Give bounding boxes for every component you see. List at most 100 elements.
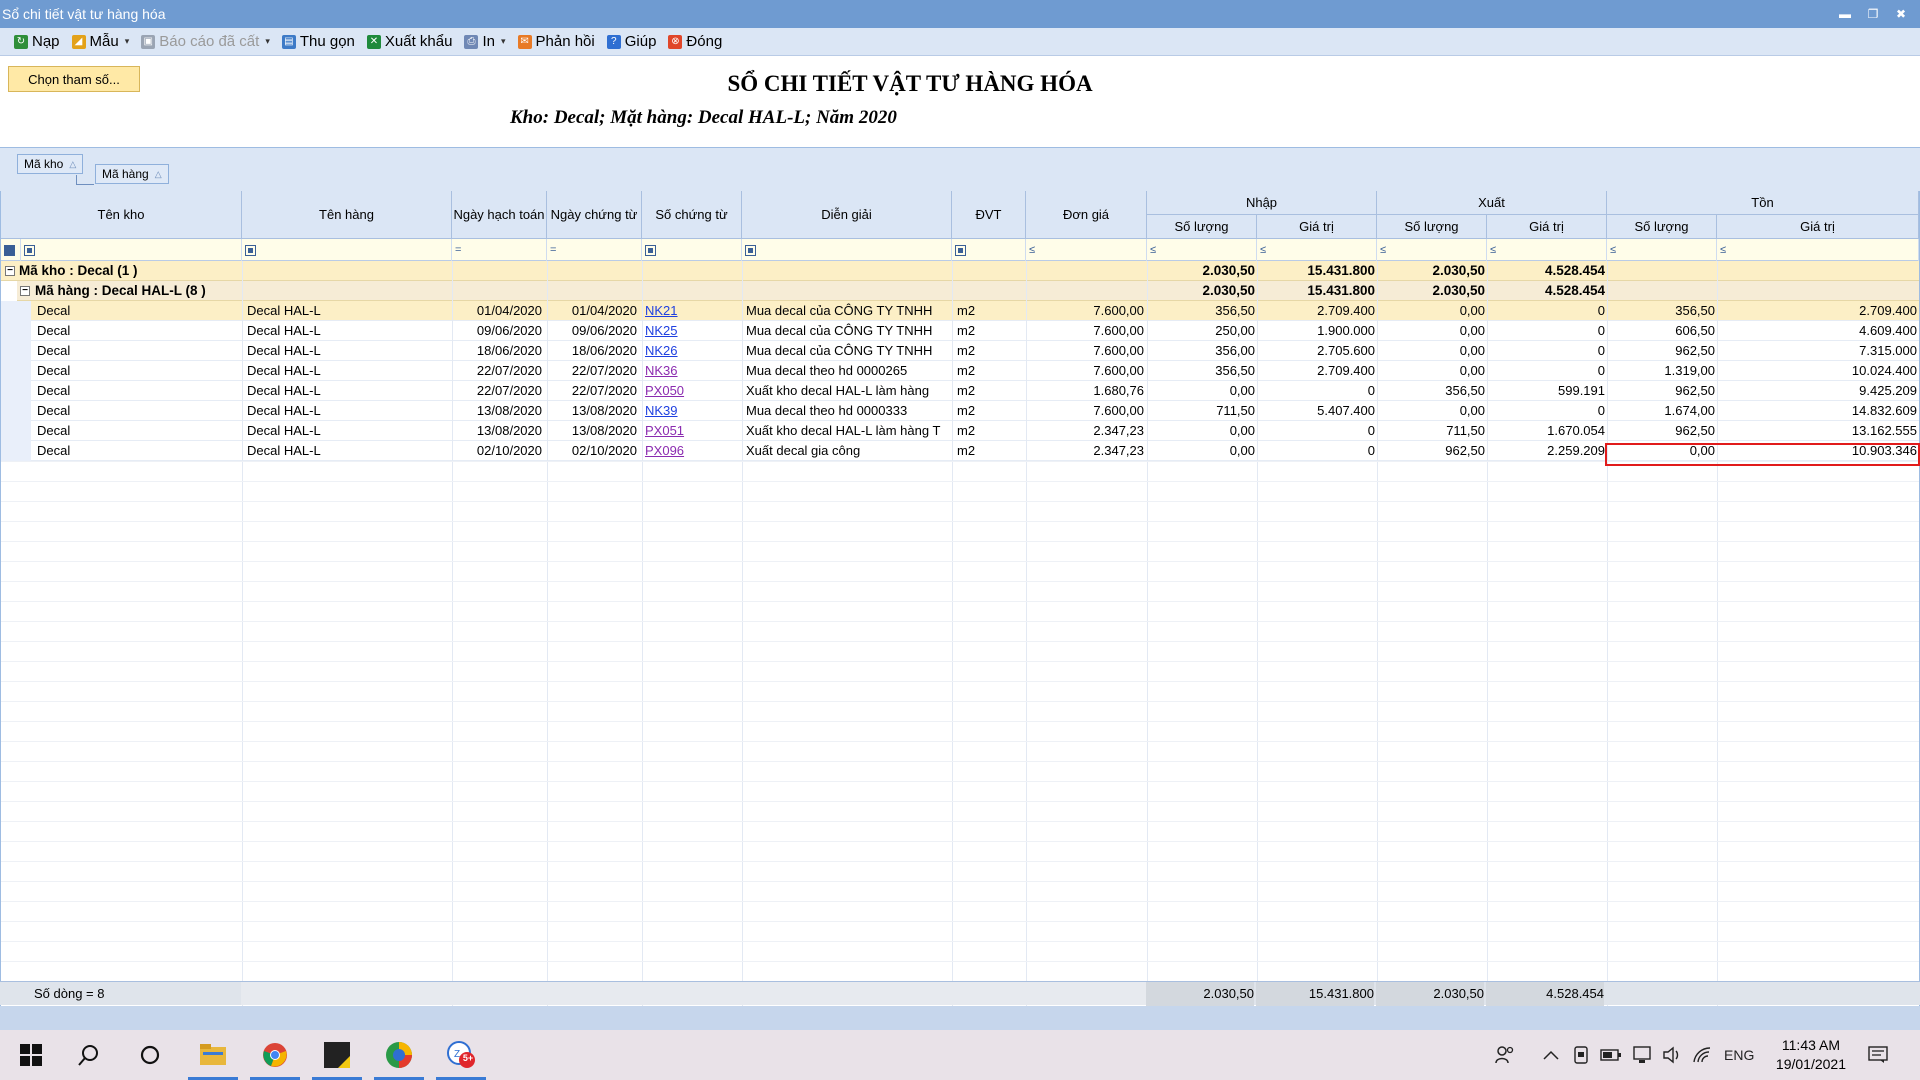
dropdown-arrow-icon[interactable]: ▾	[501, 36, 506, 47]
filter-ton-gia-tri[interactable]: ≤	[1717, 239, 1919, 261]
filter-so-chung-tu[interactable]	[642, 239, 742, 261]
cell-hang: Decal HAL-L	[247, 383, 321, 398]
header-nhap-so-luong[interactable]: Số lượng	[1147, 215, 1257, 239]
cell-sct[interactable]: PX051	[645, 421, 740, 441]
toolbar-button-6[interactable]: ✉ Phản hồi	[517, 33, 595, 50]
filter-ten-kho[interactable]	[21, 239, 242, 261]
task-view-icon[interactable]	[135, 1040, 165, 1070]
filter-dien-giai[interactable]	[742, 239, 952, 261]
grid-hline	[1, 741, 1919, 742]
cell-nct: 09/06/2020	[571, 323, 637, 338]
filter-don-gia[interactable]: ≤	[1026, 239, 1147, 261]
wifi-icon[interactable]	[1692, 1030, 1712, 1080]
cell-sct[interactable]: NK26	[645, 341, 740, 361]
group-chip-ma-kho[interactable]: Mã kho △	[17, 154, 84, 174]
search-icon[interactable]	[74, 1040, 104, 1070]
chrome-icon[interactable]	[260, 1040, 290, 1070]
table-row[interactable]: Decal Decal HAL-L 18/06/2020 18/06/2020 NK26…	[1, 341, 1919, 361]
system-clock[interactable]: 11:43 AM 19/01/2021	[1776, 1036, 1846, 1074]
group-chip-ma-hang[interactable]: Mã hàng △	[95, 164, 169, 184]
minimize-icon[interactable]: ▬	[1834, 7, 1856, 21]
header-xuat-gia-tri[interactable]: Giá trị	[1487, 215, 1607, 239]
filter-contains-icon	[745, 244, 756, 256]
group-row-ma-kho[interactable]: − Mã kho : Decal (1 ) 2.030,50 15.431.80…	[1, 261, 1919, 281]
cell-dvt: m2	[957, 343, 976, 358]
accounting-app-icon[interactable]	[384, 1040, 414, 1070]
filter-ngay-chung-tu[interactable]: =	[547, 239, 642, 261]
header-dvt[interactable]: ĐVT	[952, 191, 1026, 239]
header-ngay-hach-toan[interactable]: Ngày hạch toán	[452, 191, 547, 239]
header-so-chung-tu[interactable]: Số chứng từ	[642, 191, 742, 239]
filter-xuat-gia-tri[interactable]: ≤	[1487, 239, 1607, 261]
toolbar-button-4[interactable]: ✕ Xuất khẩu	[366, 33, 452, 50]
cell-dg: Xuất kho decal HAL-L làm hàng T	[746, 423, 941, 438]
filter-clear-icon[interactable]	[1, 239, 21, 261]
table-row[interactable]: Decal Decal HAL-L 13/08/2020 13/08/2020 PX05…	[1, 421, 1919, 441]
cell-nht: 22/07/2020	[476, 363, 542, 378]
table-row[interactable]: Decal Decal HAL-L 22/07/2020 22/07/2020 PX05…	[1, 381, 1919, 401]
cell-kho: Decal	[37, 303, 71, 318]
cell-sct[interactable]: NK36	[645, 361, 740, 381]
people-icon[interactable]	[1495, 1030, 1515, 1080]
cell-dvt: m2	[957, 443, 976, 458]
cell-n_gt: 1.900.000	[1317, 323, 1375, 338]
header-dien-giai[interactable]: Diễn giải	[742, 191, 952, 239]
footer-xuat-gt: 4.528.454	[1486, 982, 1604, 1006]
zalo-icon[interactable]: Z 5+	[446, 1040, 476, 1070]
battery-icon[interactable]	[1600, 1030, 1622, 1080]
file-explorer-icon[interactable]	[198, 1040, 228, 1070]
sticky-notes-icon[interactable]	[322, 1040, 352, 1070]
filter-ngay-hach-toan[interactable]: =	[452, 239, 547, 261]
grid-hline	[1, 521, 1919, 522]
toolbar-button-1[interactable]: ◢ Mẫu ▾	[71, 33, 130, 50]
filter-xuat-so-luong[interactable]: ≤	[1377, 239, 1487, 261]
toolbar-button-7[interactable]: ? Giúp	[606, 33, 656, 50]
grid-hline	[1, 781, 1919, 782]
cell-sct[interactable]: NK21	[645, 301, 740, 321]
header-xuat-so-luong[interactable]: Số lượng	[1377, 215, 1487, 239]
cell-sct[interactable]: NK25	[645, 321, 740, 341]
notification-center-icon[interactable]	[1868, 1030, 1888, 1080]
language-indicator[interactable]: ENG	[1724, 1030, 1754, 1080]
table-row[interactable]: Decal Decal HAL-L 01/04/2020 01/04/2020 NK21…	[1, 301, 1919, 321]
grid-vline	[1026, 261, 1027, 1007]
dropdown-arrow-icon[interactable]: ▾	[265, 36, 270, 47]
cell-sct[interactable]: PX050	[645, 381, 740, 401]
cell-hang: Decal HAL-L	[247, 323, 321, 338]
header-ten-hang[interactable]: Tên hàng	[242, 191, 452, 239]
group-row-ma-hang[interactable]: − Mã hàng : Decal HAL-L (8 ) 2.030,50 15…	[17, 281, 1919, 301]
filter-dvt[interactable]	[952, 239, 1026, 261]
toolbar-button-5[interactable]: ⎙ In ▾	[464, 33, 506, 50]
toolbar-button-0[interactable]: ↻ Nạp	[14, 33, 60, 50]
table-row[interactable]: Decal Decal HAL-L 22/07/2020 22/07/2020 NK36…	[1, 361, 1919, 381]
header-don-gia[interactable]: Đơn giá	[1026, 191, 1147, 239]
filter-nhap-so-luong[interactable]: ≤	[1147, 239, 1257, 261]
restore-icon[interactable]: ❐	[1862, 7, 1884, 21]
table-row[interactable]: Decal Decal HAL-L 13/08/2020 13/08/2020 NK39…	[1, 401, 1919, 421]
collapse-icon[interactable]: −	[20, 286, 30, 296]
windows-start-icon[interactable]	[16, 1040, 46, 1070]
table-row[interactable]: Decal Decal HAL-L 09/06/2020 09/06/2020 NK25…	[1, 321, 1919, 341]
header-ton-so-luong[interactable]: Số lượng	[1607, 215, 1717, 239]
cell-sct[interactable]: NK39	[645, 401, 740, 421]
filter-nhap-gia-tri[interactable]: ≤	[1257, 239, 1377, 261]
chevron-up-icon[interactable]	[1543, 1030, 1559, 1080]
filter-ten-hang[interactable]	[242, 239, 452, 261]
toolbar-button-8[interactable]: ⊗ Đóng	[668, 33, 722, 50]
header-ten-kho[interactable]: Tên kho	[1, 191, 242, 239]
header-nhap-gia-tri[interactable]: Giá trị	[1257, 215, 1377, 239]
collapse-icon[interactable]: −	[5, 266, 15, 276]
header-ngay-chung-tu[interactable]: Ngày chứng từ	[547, 191, 642, 239]
cell-sct[interactable]: PX096	[645, 441, 740, 461]
cell-n_sl: 0,00	[1229, 423, 1255, 438]
meet-now-icon[interactable]	[1572, 1030, 1590, 1080]
cell-x_sl: 0,00	[1459, 303, 1485, 318]
dropdown-arrow-icon[interactable]: ▾	[125, 36, 130, 47]
volume-icon[interactable]	[1662, 1030, 1682, 1080]
toolbar-button-3[interactable]: ▤ Thu gọn	[281, 33, 355, 50]
filter-ton-so-luong[interactable]: ≤	[1607, 239, 1717, 261]
network-icon[interactable]	[1633, 1030, 1653, 1080]
header-ton-gia-tri[interactable]: Giá trị	[1717, 215, 1919, 239]
close-window-icon[interactable]: ✖	[1890, 7, 1912, 21]
cell-dvt: m2	[957, 303, 976, 318]
